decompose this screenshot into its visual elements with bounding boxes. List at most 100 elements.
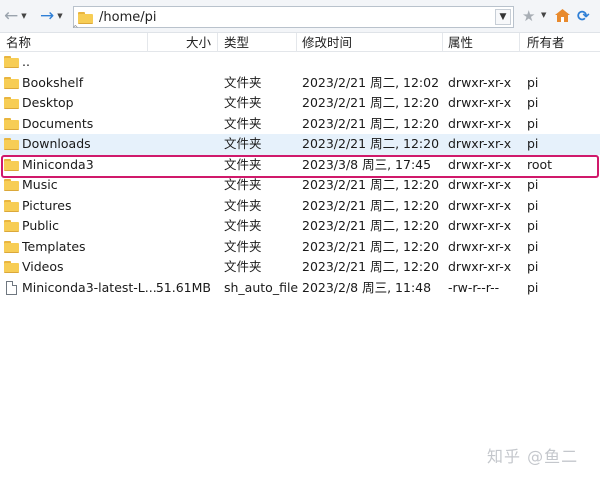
file-permissions: drwxr-xr-x bbox=[448, 238, 512, 254]
column-header: 名称 大小 类型 修改时间 属性 所有者 bbox=[0, 33, 600, 52]
table-row[interactable]: .. bbox=[0, 52, 600, 73]
folder-icon bbox=[4, 97, 19, 109]
watermark: 知乎 @鱼二 bbox=[487, 447, 579, 466]
file-modified: 2023/2/21 周二, 12:20 bbox=[302, 197, 440, 213]
file-type: 文件夹 bbox=[224, 177, 262, 192]
file-owner: pi bbox=[527, 238, 539, 254]
file-type: sh_auto_file bbox=[224, 279, 299, 295]
arrow-right-icon: → bbox=[40, 6, 55, 26]
file-name: Pictures bbox=[22, 197, 72, 213]
file-type: 文件夹 bbox=[224, 95, 262, 110]
file-type: 文件夹 bbox=[224, 136, 262, 151]
file-modified: 2023/2/21 周二, 12:02 bbox=[302, 74, 440, 90]
file-name: Videos bbox=[22, 259, 64, 274]
table-row-selected[interactable]: Downloads 文件夹 2023/2/21 周二, 12:20 drwxr-… bbox=[0, 134, 600, 155]
table-row[interactable]: Miniconda3-latest-L... 51.61MB sh_auto_f… bbox=[0, 278, 600, 299]
folder-icon bbox=[4, 56, 19, 68]
file-modified: 2023/2/21 周二, 12:20 bbox=[302, 259, 440, 274]
file-size: 51.61MB bbox=[155, 279, 211, 295]
file-permissions: drwxr-xr-x bbox=[448, 177, 512, 192]
folder-icon bbox=[4, 220, 19, 232]
column-divider[interactable] bbox=[147, 33, 148, 52]
column-owner[interactable]: 所有者 bbox=[527, 33, 565, 52]
file-type: 文件夹 bbox=[224, 218, 262, 233]
file-type: 文件夹 bbox=[224, 74, 262, 90]
file-modified: 2023/2/21 周二, 12:20 bbox=[302, 177, 440, 192]
folder-icon bbox=[78, 11, 93, 24]
file-type: 文件夹 bbox=[224, 259, 262, 274]
toolbar: ← ▼ → ▼ /home/pi ▼ ★ ▼ ⟳ bbox=[0, 0, 600, 33]
back-button[interactable]: ← ▼ bbox=[4, 7, 27, 25]
forward-button[interactable]: → ▼ bbox=[40, 7, 63, 25]
column-size[interactable]: 大小 bbox=[150, 33, 211, 52]
file-owner: pi bbox=[527, 197, 539, 213]
table-row[interactable]: Music 文件夹 2023/2/21 周二, 12:20 drwxr-xr-x… bbox=[0, 175, 600, 196]
file-permissions: drwxr-xr-x bbox=[448, 74, 512, 90]
file-permissions: drwxr-xr-x bbox=[448, 259, 512, 274]
column-divider[interactable] bbox=[442, 33, 443, 52]
file-owner: pi bbox=[527, 95, 539, 110]
table-row[interactable]: Desktop 文件夹 2023/2/21 周二, 12:20 drwxr-xr… bbox=[0, 93, 600, 114]
chevron-down-icon[interactable]: ▼ bbox=[57, 12, 62, 20]
file-owner: pi bbox=[527, 136, 539, 151]
file-modified: 2023/2/8 周三, 11:48 bbox=[302, 279, 432, 295]
file-permissions: drwxr-xr-x bbox=[448, 95, 512, 110]
highlight-annotation-box bbox=[1, 155, 599, 178]
file-type: 文件夹 bbox=[224, 238, 262, 254]
column-modified[interactable]: 修改时间 bbox=[302, 33, 352, 52]
file-name: Public bbox=[22, 218, 59, 233]
file-name: .. bbox=[22, 54, 30, 69]
path-input[interactable]: /home/pi ▼ bbox=[73, 6, 514, 28]
table-row[interactable]: Videos 文件夹 2023/2/21 周二, 12:20 drwxr-xr-… bbox=[0, 257, 600, 278]
file-modified: 2023/2/21 周二, 12:20 bbox=[302, 238, 440, 254]
file-permissions: drwxr-xr-x bbox=[448, 218, 512, 233]
refresh-icon[interactable]: ⟳ bbox=[577, 8, 590, 24]
file-name: Miniconda3-latest-L... bbox=[22, 279, 157, 295]
table-row[interactable]: Templates 文件夹 2023/2/21 周二, 12:20 drwxr-… bbox=[0, 237, 600, 258]
column-name[interactable]: 名称 bbox=[6, 33, 31, 52]
column-divider[interactable] bbox=[296, 33, 297, 52]
home-icon[interactable] bbox=[555, 9, 570, 22]
column-divider[interactable] bbox=[217, 33, 218, 52]
folder-icon bbox=[4, 240, 19, 253]
file-owner: pi bbox=[527, 177, 539, 192]
chevron-down-icon[interactable]: ▼ bbox=[541, 11, 546, 19]
chevron-down-icon[interactable]: ▼ bbox=[21, 12, 26, 20]
file-owner: pi bbox=[527, 259, 539, 274]
table-row[interactable]: Bookshelf 文件夹 2023/2/21 周二, 12:02 drwxr-… bbox=[0, 73, 600, 94]
arrow-left-icon: ← bbox=[4, 6, 19, 26]
star-icon[interactable]: ★ bbox=[522, 7, 535, 25]
file-permissions: drwxr-xr-x bbox=[448, 136, 512, 151]
folder-icon bbox=[4, 179, 19, 191]
path-dropdown-button[interactable]: ▼ bbox=[495, 9, 511, 25]
table-row[interactable]: Documents 文件夹 2023/2/21 周二, 12:20 drwxr-… bbox=[0, 114, 600, 135]
file-name: Music bbox=[22, 177, 58, 192]
file-name: Templates bbox=[22, 238, 86, 254]
file-name: Downloads bbox=[22, 136, 91, 151]
table-row[interactable]: Public 文件夹 2023/2/21 周二, 12:20 drwxr-xr-… bbox=[0, 216, 600, 237]
table-row[interactable]: Pictures 文件夹 2023/2/21 周二, 12:20 drwxr-x… bbox=[0, 196, 600, 217]
folder-icon bbox=[4, 261, 19, 273]
folder-icon bbox=[4, 117, 19, 130]
file-modified: 2023/2/21 周二, 12:20 bbox=[302, 95, 440, 110]
column-attributes[interactable]: 属性 bbox=[448, 33, 473, 52]
folder-icon bbox=[4, 138, 19, 150]
file-owner: pi bbox=[527, 279, 539, 295]
file-type: 文件夹 bbox=[224, 115, 262, 131]
file-permissions: -rw-r--r-- bbox=[448, 279, 500, 295]
folder-icon bbox=[4, 199, 19, 212]
file-owner: pi bbox=[527, 74, 539, 90]
file-type: 文件夹 bbox=[224, 197, 262, 213]
file-name: Desktop bbox=[22, 95, 74, 110]
file-modified: 2023/2/21 周二, 12:20 bbox=[302, 136, 440, 151]
file-modified: 2023/2/21 周二, 12:20 bbox=[302, 115, 440, 131]
sort-ascending-icon: ^ bbox=[72, 24, 79, 33]
file-icon bbox=[4, 280, 19, 295]
file-owner: pi bbox=[527, 218, 539, 233]
file-permissions: drwxr-xr-x bbox=[448, 197, 512, 213]
column-type[interactable]: 类型 bbox=[224, 33, 249, 52]
path-text: /home/pi bbox=[99, 9, 157, 25]
column-divider[interactable] bbox=[519, 33, 520, 52]
file-name: Bookshelf bbox=[22, 74, 84, 90]
file-owner: pi bbox=[527, 115, 539, 131]
